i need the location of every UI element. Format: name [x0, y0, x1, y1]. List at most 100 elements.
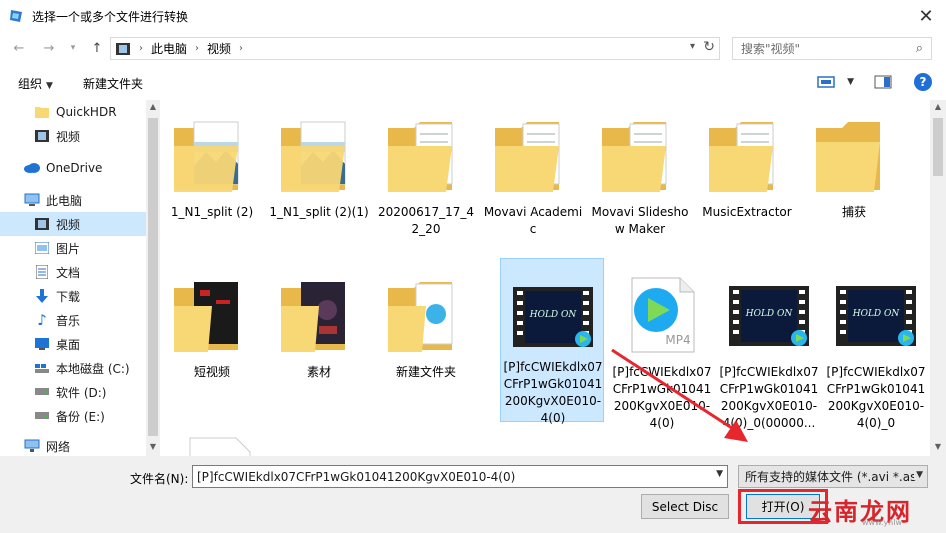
file-list-scrollbar[interactable]: ▲ ▼: [930, 100, 946, 456]
chevron-down-icon: ▼: [914, 470, 923, 480]
file-item[interactable]: HOLD ON [P]fcCWIEkdlx07CFrP1wGk01041200K…: [824, 260, 928, 430]
file-item[interactable]: 素材: [267, 260, 371, 424]
refresh-icon[interactable]: ↻: [703, 39, 715, 55]
forward-button[interactable]: →: [38, 37, 60, 59]
breadcrumb-videos[interactable]: 视频: [207, 40, 231, 57]
sidebar-scrollbar[interactable]: ▲ ▼: [146, 100, 160, 456]
folder-icon: [34, 104, 50, 120]
download-icon: [34, 288, 50, 304]
video-thumbnail-icon: HOLD ON: [513, 287, 593, 347]
file-name: 短视频: [193, 365, 230, 379]
drive-c-icon: [34, 360, 50, 376]
chevron-right-icon: ›: [139, 43, 143, 54]
sidebar-item-documents[interactable]: 文档: [0, 260, 146, 284]
file-item[interactable]: 捕获: [802, 100, 906, 264]
sidebar-item-videos[interactable]: 视频: [0, 212, 146, 236]
folder-with-video-icon: [281, 282, 345, 352]
view-dropdown-icon[interactable]: ▼: [847, 77, 854, 87]
video-thumbnail-icon: HOLD ON: [729, 286, 809, 346]
breadcrumb-this-pc[interactable]: 此电脑: [151, 40, 187, 57]
chevron-down-icon: ▾: [70, 43, 76, 53]
pictures-icon: [34, 240, 50, 256]
arrow-up-icon: ↑: [91, 40, 103, 56]
sidebar-item-videos-quick[interactable]: 视频: [0, 124, 146, 148]
file-item[interactable]: Movavi Slideshow Maker: [588, 100, 692, 264]
sidebar-item-drive-e[interactable]: 备份 (E:): [0, 404, 146, 428]
filename-label: 文件名(N):: [130, 472, 189, 486]
sidebar-item-quickhdr[interactable]: QuickHDR: [0, 100, 146, 124]
view-options-icon[interactable]: [817, 75, 837, 89]
sidebar-item-label: 此电脑: [46, 193, 83, 208]
music-icon: ♪: [37, 311, 47, 329]
file-item[interactable]: MP4 [P]fcCWIEkdlx07CFrP1wGk01041200KgvX0…: [610, 260, 714, 430]
file-item[interactable]: 20200617_17_42_20: [374, 100, 478, 264]
organize-menu[interactable]: 组织 ▼: [18, 75, 53, 92]
select-disc-button[interactable]: Select Disc: [641, 494, 729, 519]
file-name: Movavi Slideshow Maker: [591, 205, 689, 236]
arrow-right-icon: →: [43, 40, 55, 56]
file-item[interactable]: 新建文件夹: [374, 260, 478, 424]
filename-input[interactable]: [P]fcCWIEkdlx07CFrP1wGk01041200KgvX0E010…: [192, 465, 728, 488]
chevron-right-icon: ›: [195, 43, 200, 54]
scroll-up-icon[interactable]: ▲: [933, 102, 943, 111]
sidebar-item-drive-d[interactable]: 软件 (D:): [0, 380, 146, 404]
scroll-up-icon[interactable]: ▲: [148, 102, 158, 111]
video-thumbnail-icon: HOLD ON: [836, 286, 916, 346]
dialog-footer: 文件名(N): [P]fcCWIEkdlx07CFrP1wGk01041200K…: [0, 456, 946, 533]
file-item[interactable]: 1_N1_split (2): [160, 100, 264, 264]
file-item[interactable]: 1_N1_split (2)(1): [267, 100, 371, 264]
file-item[interactable]: HOLD ON [P]fcCWIEkdlx07CFrP1wGk01041200K…: [717, 260, 821, 430]
drive-icon: [34, 408, 50, 424]
close-button[interactable]: ✕: [914, 4, 938, 28]
sidebar-item-desktop[interactable]: 桌面: [0, 332, 146, 356]
file-list-scroll-thumb[interactable]: [933, 118, 943, 176]
sidebar-item-pictures[interactable]: 图片: [0, 236, 146, 260]
file-name: [P]fcCWIEkdlx07CFrP1wGk01041200KgvX0E010…: [826, 365, 926, 430]
preview-pane-icon[interactable]: [874, 75, 892, 89]
search-input[interactable]: 搜索"视频" ⌕: [732, 37, 932, 60]
file-name: [P]fcCWIEkdlx07CFrP1wGk01041200KgvX0E010…: [612, 365, 712, 430]
recent-locations-button[interactable]: ▾: [62, 37, 84, 59]
filename-value: [P]fcCWIEkdlx07CFrP1wGk01041200KgvX0E010…: [197, 469, 516, 484]
sidebar-scroll-thumb[interactable]: [148, 118, 158, 436]
file-item[interactable]: MusicExtractor: [695, 100, 799, 264]
file-item[interactable]: 短视频: [160, 260, 264, 424]
address-dropdown-icon[interactable]: ▾: [690, 41, 695, 52]
help-icon[interactable]: ?: [914, 73, 932, 91]
sidebar-item-label: 视频: [56, 217, 81, 232]
sidebar-item-label: 备份 (E:): [56, 409, 105, 424]
file-name: 新建文件夹: [395, 365, 456, 379]
sidebar-item-this-pc[interactable]: 此电脑: [0, 188, 146, 212]
search-placeholder: 搜索"视频": [741, 42, 801, 56]
close-icon: ✕: [918, 5, 934, 27]
folder-with-document-icon: [709, 122, 774, 192]
scroll-down-icon[interactable]: ▼: [148, 442, 158, 451]
address-bar[interactable]: › 此电脑 › 视频 › ▾ ↻: [110, 37, 720, 60]
svg-text:MP4: MP4: [665, 333, 690, 347]
folder-with-document-icon: [388, 282, 453, 352]
back-button[interactable]: ←: [8, 37, 30, 59]
file-type-select[interactable]: 所有支持的媒体文件 (*.avi *.as ▼: [738, 465, 928, 488]
sidebar-item-drive-c[interactable]: 本地磁盘 (C:): [0, 356, 146, 380]
chevron-down-icon[interactable]: ▼: [716, 469, 723, 479]
svg-text:HOLD ON: HOLD ON: [529, 310, 578, 320]
sidebar-item-network[interactable]: 网络: [0, 434, 146, 456]
app-icon: [10, 10, 22, 22]
sidebar-item-label: 本地磁盘 (C:): [56, 361, 130, 376]
folder-with-document-icon: [388, 122, 453, 192]
organize-label: 组织: [18, 76, 43, 91]
sidebar-item-label: 下载: [56, 289, 81, 304]
up-button[interactable]: ↑: [86, 37, 108, 59]
file-item-selected[interactable]: HOLD ON [P]fcCWIEkdlx07CFrP1wGk01041200K…: [500, 258, 604, 425]
scroll-down-icon[interactable]: ▼: [933, 442, 943, 451]
folder-with-document-icon: [602, 122, 667, 192]
sidebar-item-label: 网络: [46, 439, 71, 454]
svg-text:HOLD ON: HOLD ON: [745, 309, 794, 319]
sidebar-item-downloads[interactable]: 下载: [0, 284, 146, 308]
sidebar-item-label: 音乐: [56, 313, 81, 328]
sidebar-item-music[interactable]: ♪ 音乐: [0, 308, 146, 332]
new-folder-button[interactable]: 新建文件夹: [83, 75, 143, 92]
sidebar-item-label: 文档: [56, 265, 81, 280]
file-item[interactable]: Movavi Academic: [481, 100, 585, 264]
sidebar-item-onedrive[interactable]: OneDrive: [0, 156, 146, 180]
